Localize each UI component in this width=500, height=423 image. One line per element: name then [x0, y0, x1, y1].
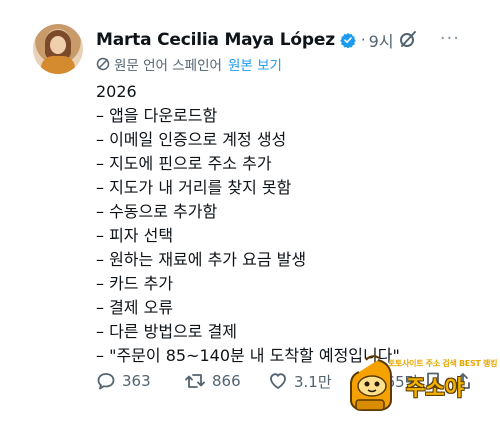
- show-original-link[interactable]: 원본 보기: [228, 54, 282, 74]
- tweet-line: 2026: [96, 82, 137, 101]
- tweet-line: – 이메일 인증으로 계정 생성: [96, 130, 287, 149]
- author-name[interactable]: Marta Cecilia Maya López: [96, 30, 335, 50]
- reply-icon: [97, 373, 115, 390]
- more-icon[interactable]: ···: [440, 28, 460, 49]
- time-separator: ·: [360, 31, 366, 49]
- watermark: 토토사이트 주소 검색 BEST 랭킹 주소야: [348, 352, 498, 418]
- tweet-line: – 다른 방법으로 결제: [96, 322, 238, 341]
- translate-icon: [96, 57, 110, 71]
- tweet-line: – 피자 선택: [96, 226, 174, 245]
- tweet-header: Marta Cecilia Maya López · 9시: [96, 29, 394, 51]
- translation-label: 원문 언어 스페인어: [114, 58, 222, 74]
- tweet-line: – 카드 추가: [96, 274, 174, 293]
- avatar[interactable]: [33, 24, 83, 74]
- tweet-line: – 지도에 핀으로 주소 추가: [96, 154, 272, 173]
- heart-icon: [270, 373, 286, 389]
- grok-icon[interactable]: [398, 29, 418, 49]
- reply-count: 363: [122, 372, 151, 390]
- tweet-line: – 지도가 내 거리를 찾지 못함: [96, 178, 292, 197]
- tweet-line: – 원하는 재료에 추가 요금 발생: [96, 250, 307, 269]
- like-button[interactable]: 3.1만: [268, 371, 352, 392]
- watermark-name: 주소야: [406, 376, 464, 400]
- tweet-line: – 수동으로 추가함: [96, 202, 218, 221]
- retweet-icon: [185, 374, 205, 388]
- tweet-line: – 결제 오류: [96, 298, 174, 317]
- tweet-line: – 앱을 다운로드함: [96, 106, 218, 125]
- tweet-text: 2026 – 앱을 다운로드함 – 이메일 인증으로 계정 생성 – 지도에 핀…: [96, 80, 480, 368]
- reply-button[interactable]: 363: [96, 371, 184, 391]
- retweet-button[interactable]: 866: [184, 371, 268, 391]
- translation-row: 원문 언어 스페인어 원본 보기: [96, 54, 282, 74]
- watermark-tagline: 토토사이트 주소 검색 BEST 랭킹: [388, 359, 498, 368]
- top-icons: ···: [398, 28, 460, 49]
- verified-badge-icon: [340, 33, 356, 48]
- post-time[interactable]: 9시: [369, 28, 394, 52]
- retweet-count: 866: [212, 372, 241, 390]
- like-count: 3.1만: [294, 372, 332, 391]
